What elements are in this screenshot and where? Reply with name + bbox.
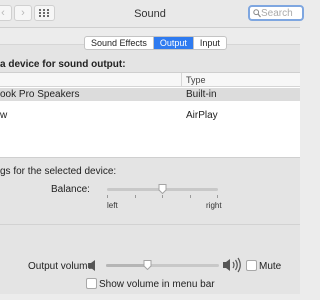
device-type: AirPlay <box>186 110 218 121</box>
speaker-low-icon <box>88 260 95 271</box>
speaker-high-icon <box>223 257 241 273</box>
balance-right-label: right <box>206 201 222 210</box>
show-volume-menubar-label: Show volume in menu bar <box>99 279 215 290</box>
table-row[interactable]: ook Pro Speakers Built-in <box>0 88 300 101</box>
output-device-heading: a device for sound output: <box>0 59 126 70</box>
device-name: ook Pro Speakers <box>0 89 80 100</box>
tab-input[interactable]: Input <box>194 37 226 49</box>
section-divider <box>0 224 300 225</box>
volume-slider-fill <box>106 264 148 267</box>
toolbar-divider <box>0 27 300 28</box>
balance-tick <box>190 195 191 198</box>
search-input[interactable] <box>261 7 301 19</box>
balance-tick <box>135 195 136 198</box>
volume-slider-knob[interactable] <box>143 260 152 270</box>
mute-label: Mute <box>259 261 282 272</box>
balance-tick <box>162 195 163 198</box>
device-name: w <box>0 110 8 121</box>
search-icon <box>253 9 261 18</box>
tab-sound-effects[interactable]: Sound Effects <box>85 37 154 49</box>
balance-tick <box>217 195 218 198</box>
balance-tick <box>107 195 108 198</box>
search-field[interactable] <box>248 5 304 21</box>
table-header: Type <box>0 73 300 87</box>
column-header-type[interactable]: Type <box>186 75 206 85</box>
balance-label: Balance: <box>51 184 90 195</box>
toolbar: ‹ › Sound <box>0 0 304 27</box>
table-row[interactable]: w AirPlay <box>0 109 300 122</box>
output-volume-label: Output volume: <box>28 261 96 272</box>
tab-bar: Sound Effects Output Input <box>84 36 227 50</box>
balance-left-label: left <box>107 201 118 210</box>
column-divider <box>181 73 182 87</box>
mute-checkbox[interactable] <box>246 260 257 271</box>
device-settings-heading: gs for the selected device: <box>0 166 117 177</box>
balance-slider-knob[interactable] <box>158 184 167 194</box>
tab-output[interactable]: Output <box>153 37 194 49</box>
show-volume-menubar-checkbox[interactable] <box>86 278 97 289</box>
device-type: Built-in <box>186 89 217 100</box>
device-table: Type ook Pro Speakers Built-in w AirPlay <box>0 72 300 158</box>
